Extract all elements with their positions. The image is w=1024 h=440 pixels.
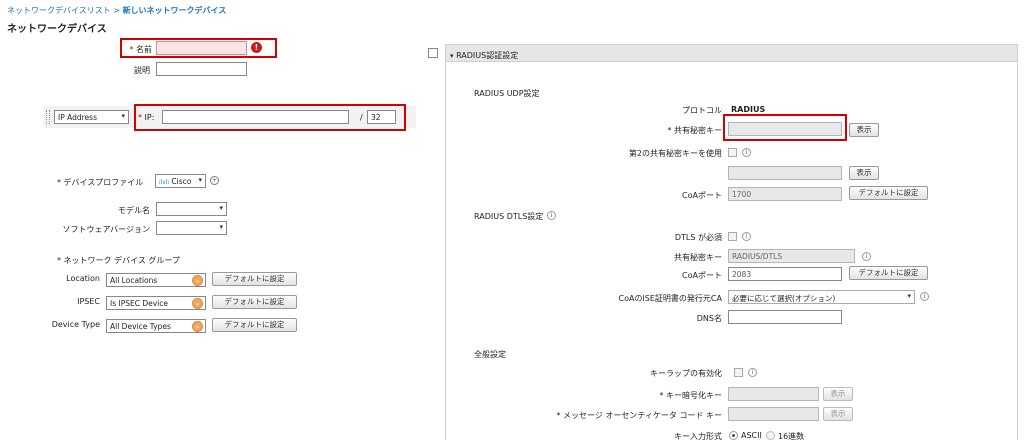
dtls-coa-default-button[interactable]: デフォルトに設定 — [849, 266, 928, 280]
info-icon[interactable]: i — [862, 252, 871, 261]
collapse-arrow-icon[interactable]: ▾ — [450, 52, 454, 60]
chevron-down-icon: ⌄ — [192, 321, 203, 332]
breadcrumb: ネットワークデバイスリスト > 新しいネットワークデバイス — [7, 5, 226, 16]
shared-secret-show-button[interactable]: 表示 — [849, 123, 879, 137]
dtls-required-label: DTLS が必須 — [674, 233, 722, 242]
group-select-location[interactable]: All Locations ⌄ — [106, 273, 206, 287]
description-input[interactable] — [156, 62, 247, 76]
hex-label: 16進数 — [778, 432, 805, 440]
encryption-key-label: * キー暗号化キー — [659, 391, 722, 400]
model-select[interactable]: ▾ — [156, 202, 227, 216]
issuer-ca-select[interactable]: 必要に応じて選択(オプション) ▾ — [728, 290, 915, 304]
dtls-coa-port-input[interactable]: 2083 — [728, 267, 842, 281]
location-default-button[interactable]: デフォルトに設定 — [212, 272, 297, 286]
ip-type-select[interactable]: IP Address ▾ — [54, 110, 129, 124]
info-icon[interactable]: i — [547, 211, 556, 220]
udp-section-title: RADIUS UDP設定 — [474, 89, 540, 98]
info-icon[interactable]: i — [742, 148, 751, 157]
dns-name-input[interactable] — [728, 310, 842, 324]
encryption-key-input — [728, 387, 819, 401]
group-label-location: Location — [66, 274, 100, 283]
group-label-ipsec: IPSEC — [77, 297, 100, 306]
group-select-ipsec[interactable]: Is IPSEC Device ⌄ — [106, 296, 206, 310]
chevron-down-icon: ⌄ — [192, 275, 203, 286]
keywrap-checkbox[interactable] — [734, 368, 743, 377]
description-label: 説明 — [134, 66, 150, 75]
highlight-shared-secret — [723, 114, 847, 141]
device-type-default-button[interactable]: デフォルトに設定 — [212, 318, 297, 332]
second-secret-input[interactable] — [728, 166, 842, 180]
protocol-label: プロトコル — [682, 106, 722, 115]
protocol-value: RADIUS — [731, 105, 766, 114]
chevron-down-icon: ▾ — [121, 112, 125, 120]
chevron-down-icon: ▾ — [907, 292, 911, 300]
mac-key-input — [728, 407, 819, 421]
radius-panel-header[interactable] — [446, 45, 1017, 62]
cisco-logo-icon: ılıılı — [159, 179, 170, 186]
page-title: ネットワークデバイス — [7, 24, 107, 35]
dtls-coa-port-label: CoAポート — [682, 271, 722, 280]
keywrap-label: キーラップの有効化 — [650, 369, 722, 378]
breadcrumb-current: 新しいネットワークデバイス — [122, 6, 227, 15]
second-secret-label: 第2の共有秘密キーを使用 — [628, 149, 722, 158]
chevron-down-icon: ▾ — [219, 223, 223, 231]
chevron-down-icon: ▾ — [219, 204, 223, 212]
second-secret-show-button[interactable]: 表示 — [849, 166, 879, 180]
hex-radio[interactable] — [766, 431, 775, 440]
info-icon[interactable]: i — [742, 232, 751, 241]
chevron-down-icon: ⌄ — [192, 298, 203, 309]
ascii-radio[interactable] — [729, 431, 738, 440]
mac-key-label: * メッセージ オーセンティケータ コード キー — [556, 411, 722, 420]
dtls-section-title: RADIUS DTLS設定 — [474, 212, 544, 221]
breadcrumb-separator: > — [113, 6, 121, 15]
model-label: モデル名 — [118, 206, 150, 215]
group-label-device-type: Device Type — [51, 320, 100, 329]
coa-port-label: CoAポート — [682, 191, 722, 200]
shared-secret-label: * 共有秘密キー — [667, 126, 722, 135]
mac-key-show-button[interactable]: 表示 — [823, 407, 853, 421]
software-label: ソフトウェアバージョン — [62, 225, 150, 234]
group-select-device-type[interactable]: All Device Types ⌄ — [106, 319, 206, 333]
dns-name-label: DNS名 — [696, 314, 722, 323]
radius-panel-title: ▾ RADIUS認証設定 — [450, 51, 519, 60]
radius-enable-checkbox[interactable] — [428, 48, 438, 58]
general-section-title: 全般設定 — [474, 350, 506, 359]
coa-port-input[interactable]: 1700 — [728, 187, 842, 201]
dtls-secret-input: RADIUS/DTLS — [728, 249, 855, 263]
second-secret-checkbox[interactable] — [728, 148, 737, 157]
ipsec-default-button[interactable]: デフォルトに設定 — [212, 295, 297, 309]
chevron-down-icon: ▾ — [198, 176, 202, 184]
encryption-key-show-button[interactable]: 表示 — [823, 387, 853, 401]
breadcrumb-list-link[interactable]: ネットワークデバイスリスト — [7, 6, 111, 15]
dtls-required-checkbox[interactable] — [728, 232, 737, 241]
device-group-label: * ネットワーク デバイス グループ — [57, 256, 180, 265]
info-icon[interactable]: i — [920, 292, 929, 301]
device-profile-label: * デバイスプロファイル — [57, 178, 144, 187]
device-profile-select[interactable]: ılıılı Cisco ▾ — [155, 174, 206, 188]
globe-icon[interactable]: + — [210, 176, 219, 185]
ascii-label: ASCII — [741, 431, 762, 440]
coa-default-button[interactable]: デフォルトに設定 — [849, 186, 928, 200]
drag-handle-icon[interactable] — [46, 110, 50, 124]
key-format-label: キー入力形式 — [674, 432, 722, 440]
radius-panel — [445, 44, 1018, 440]
info-icon[interactable]: i — [748, 368, 757, 377]
software-select[interactable]: ▾ — [156, 221, 227, 235]
highlight-name — [120, 38, 277, 58]
highlight-ip — [134, 104, 406, 131]
dtls-secret-label: 共有秘密キー — [674, 253, 722, 262]
issuer-ca-label: CoAのISE証明書の発行元CA — [618, 294, 722, 303]
